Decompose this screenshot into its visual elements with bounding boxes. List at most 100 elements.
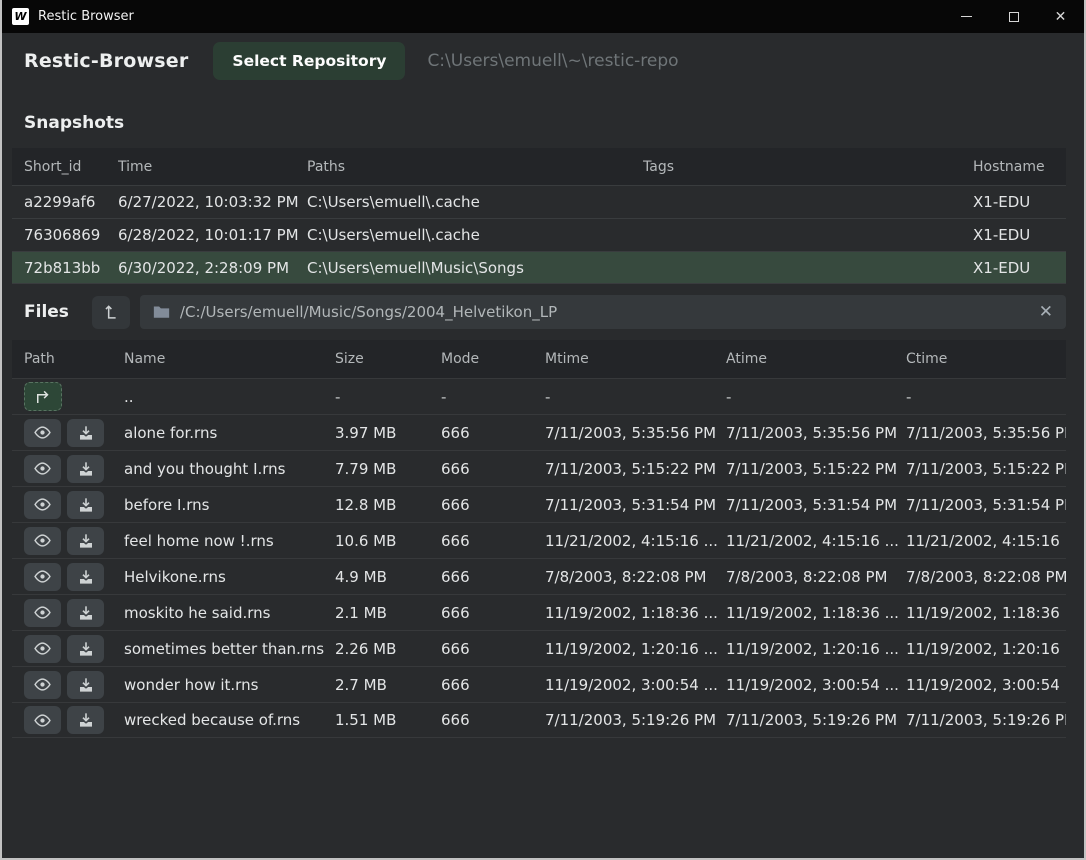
download-icon: [78, 425, 94, 441]
snapshot-row-selected[interactable]: 72b813bb 6/30/2022, 2:28:09 PM C:\Users\…: [12, 251, 1066, 284]
file-row[interactable]: wrecked because of.rns 1.51 MB 666 7/11/…: [12, 702, 1066, 738]
snapshot-hostname: X1-EDU: [973, 226, 1066, 244]
file-row[interactable]: and you thought I.rns 7.79 MB 666 7/11/2…: [12, 450, 1066, 486]
preview-button[interactable]: [24, 599, 61, 627]
file-atime: 11/19/2002, 1:20:16 ...: [726, 640, 906, 658]
snapshot-row[interactable]: a2299af6 6/27/2022, 10:03:32 PM C:\Users…: [12, 185, 1066, 218]
file-row[interactable]: Helvikone.rns 4.9 MB 666 7/8/2003, 8:22:…: [12, 558, 1066, 594]
file-ctime: 7/11/2003, 5:31:54 PM: [906, 496, 1066, 514]
file-row[interactable]: sometimes better than.rns 2.26 MB 666 11…: [12, 630, 1066, 666]
column-header-atime: Atime: [726, 351, 906, 367]
go-to-root-button[interactable]: [92, 296, 130, 329]
column-header-ctime: Ctime: [906, 351, 1066, 367]
snapshot-time: 6/27/2022, 10:03:32 PM: [118, 193, 307, 211]
file-size: -: [335, 388, 441, 406]
file-atime: 7/11/2003, 5:15:22 PM: [726, 460, 906, 478]
close-button[interactable]: ✕: [1037, 0, 1084, 33]
app-window: W Restic Browser ✕ Restic-Browser Select…: [0, 0, 1086, 860]
snapshot-time: 6/28/2022, 10:01:17 PM: [118, 226, 307, 244]
preview-button[interactable]: [24, 671, 61, 699]
file-mtime: 7/8/2003, 8:22:08 PM: [545, 568, 726, 586]
eye-icon: [33, 533, 52, 548]
file-size: 7.79 MB: [335, 460, 441, 478]
column-header-path: Path: [24, 351, 124, 367]
preview-button[interactable]: [24, 419, 61, 447]
file-ctime: 7/11/2003, 5:19:26 PM: [906, 711, 1066, 729]
download-button[interactable]: [67, 491, 104, 519]
file-row[interactable]: feel home now !.rns 10.6 MB 666 11/21/20…: [12, 522, 1066, 558]
file-row[interactable]: wonder how it.rns 2.7 MB 666 11/19/2002,…: [12, 666, 1066, 702]
file-atime: 7/11/2003, 5:19:26 PM: [726, 711, 906, 729]
file-atime: 11/19/2002, 1:18:36 ...: [726, 604, 906, 622]
column-header-short-id: Short_id: [24, 159, 118, 175]
file-ctime: 11/21/2002, 4:15:16 ...: [906, 532, 1066, 550]
file-ctime: 11/19/2002, 3:00:54 ...: [906, 676, 1066, 694]
file-atime: 11/19/2002, 3:00:54 ...: [726, 676, 906, 694]
download-button[interactable]: [67, 706, 104, 734]
app-logo-icon: W: [12, 8, 29, 25]
file-row[interactable]: alone for.rns 3.97 MB 666 7/11/2003, 5:3…: [12, 414, 1066, 450]
select-repository-button[interactable]: Select Repository: [213, 42, 405, 80]
preview-button[interactable]: [24, 491, 61, 519]
download-button[interactable]: [67, 455, 104, 483]
file-ctime: 11/19/2002, 1:18:36 ...: [906, 604, 1066, 622]
eye-icon: [33, 497, 52, 512]
files-title: Files: [24, 302, 69, 322]
current-path-value: /C:/Users/emuell/Music/Songs/2004_Helvet…: [180, 303, 557, 321]
file-mtime: 7/11/2003, 5:31:54 PM: [545, 496, 726, 514]
window-controls: ✕: [943, 0, 1084, 33]
go-up-button[interactable]: [24, 382, 62, 411]
preview-button[interactable]: [24, 635, 61, 663]
snapshots-table: Short_id Time Paths Tags Hostname a2299a…: [12, 148, 1066, 284]
file-size: 4.9 MB: [335, 568, 441, 586]
current-path-input[interactable]: /C:/Users/emuell/Music/Songs/2004_Helvet…: [140, 295, 1066, 329]
file-mtime: 7/11/2003, 5:15:22 PM: [545, 460, 726, 478]
clear-path-icon[interactable]: ✕: [1029, 302, 1053, 322]
file-mtime: 11/19/2002, 1:20:16 ...: [545, 640, 726, 658]
column-header-paths: Paths: [307, 159, 643, 175]
eye-icon: [33, 425, 52, 440]
preview-button[interactable]: [24, 706, 61, 734]
file-name: feel home now !.rns: [124, 532, 335, 550]
file-name: alone for.rns: [124, 424, 335, 442]
maximize-button[interactable]: [990, 0, 1037, 33]
file-name: ..: [124, 388, 335, 406]
file-mode: 666: [441, 676, 545, 694]
app-title: Restic-Browser: [24, 50, 188, 72]
minimize-icon: [961, 16, 972, 17]
snapshot-time: 6/30/2022, 2:28:09 PM: [118, 259, 307, 277]
file-mtime: 11/19/2002, 3:00:54 ...: [545, 676, 726, 694]
preview-button[interactable]: [24, 455, 61, 483]
file-atime: -: [726, 388, 906, 406]
file-row[interactable]: moskito he said.rns 2.1 MB 666 11/19/200…: [12, 594, 1066, 630]
snapshot-short-id: 72b813bb: [24, 259, 118, 277]
download-icon: [78, 641, 94, 657]
file-name: and you thought I.rns: [124, 460, 335, 478]
file-mode: 666: [441, 640, 545, 658]
snapshot-paths: C:\Users\emuell\Music\Songs: [307, 259, 643, 277]
minimize-button[interactable]: [943, 0, 990, 33]
download-button[interactable]: [67, 527, 104, 555]
snapshot-paths: C:\Users\emuell\.cache: [307, 226, 643, 244]
download-button[interactable]: [67, 599, 104, 627]
file-row[interactable]: before I.rns 12.8 MB 666 7/11/2003, 5:31…: [12, 486, 1066, 522]
download-icon: [78, 569, 94, 585]
download-button[interactable]: [67, 563, 104, 591]
file-ctime: 7/11/2003, 5:15:22 PM: [906, 460, 1066, 478]
file-name: sometimes better than.rns: [124, 640, 335, 658]
snapshot-short-id: a2299af6: [24, 193, 118, 211]
parent-directory-row[interactable]: .. - - - - -: [12, 378, 1066, 414]
file-size: 1.51 MB: [335, 711, 441, 729]
download-button[interactable]: [67, 671, 104, 699]
snapshots-table-header: Short_id Time Paths Tags Hostname: [12, 148, 1066, 185]
file-mode: 666: [441, 711, 545, 729]
snapshot-row[interactable]: 76306869 6/28/2022, 10:01:17 PM C:\Users…: [12, 218, 1066, 251]
file-name: before I.rns: [124, 496, 335, 514]
window-title: Restic Browser: [38, 9, 134, 24]
preview-button[interactable]: [24, 563, 61, 591]
download-button[interactable]: [67, 635, 104, 663]
file-name: moskito he said.rns: [124, 604, 335, 622]
file-mtime: 11/21/2002, 4:15:16 ...: [545, 532, 726, 550]
download-button[interactable]: [67, 419, 104, 447]
preview-button[interactable]: [24, 527, 61, 555]
